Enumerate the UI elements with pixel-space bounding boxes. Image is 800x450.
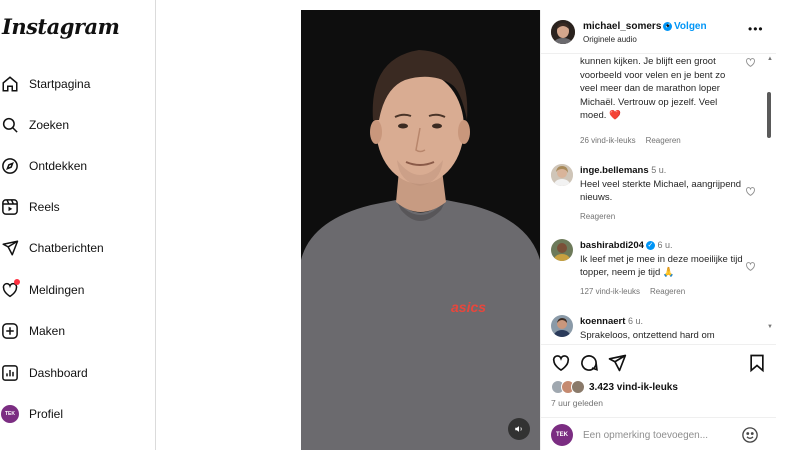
comment-likes[interactable]: 26 vind-ik-leuks (580, 136, 636, 145)
compass-icon (0, 156, 20, 176)
sidebar-item-notifications[interactable]: Meldingen (0, 273, 156, 307)
comment-input[interactable] (583, 427, 733, 443)
like-comment-icon[interactable] (745, 57, 756, 68)
sidebar-item-label: Reels (29, 200, 60, 214)
sidebar-item-label: Maken (29, 324, 66, 338)
comment-time: 6 u. (657, 240, 673, 250)
profile-avatar: TEK (0, 404, 20, 424)
volume-button[interactable] (508, 418, 530, 440)
comment-time: 6 u. (628, 316, 644, 326)
comment-body: koennaert 6 u. Sprakeloos, ontzettend ha… (580, 315, 745, 342)
liker-avatar (571, 380, 585, 394)
sidebar-item-dashboard[interactable]: Dashboard (0, 356, 156, 390)
sidebar-item-label: Meldingen (29, 283, 85, 297)
audio-label[interactable]: Originele audio (583, 35, 637, 44)
scroll-up-arrow-icon[interactable]: ▲ (767, 56, 773, 62)
sidebar-item-profile[interactable]: TEK Profiel (0, 397, 156, 431)
commenter-avatar[interactable] (551, 315, 573, 337)
comment-meta: 26 vind-ik-leuks Reageren (580, 136, 691, 145)
comment-username[interactable]: inge.bellemans (580, 165, 649, 176)
search-icon (0, 115, 20, 135)
comment-text: Ik leef met je mee in deze moeilijke tij… (580, 253, 743, 279)
post-header: michael_somers ✓ • Volgen Originele audio… (541, 10, 776, 54)
sidebar: Instagram Startpagina Zoeken Ontdekken R… (0, 0, 156, 450)
post-timestamp: 7 uur geleden (551, 398, 603, 408)
comment-username[interactable]: bashirabdi204 (580, 240, 644, 251)
author-username-row[interactable]: michael_somers ✓ (583, 21, 673, 32)
likes-count[interactable]: 3.423 vind-ik-leuks (589, 382, 678, 393)
scrollbar-thumb[interactable] (767, 92, 771, 138)
comment-meta: 127 vind-ik-leuks Reageren (580, 287, 695, 296)
heart-emoji: ❤️ (609, 110, 621, 121)
scroll-down-arrow-icon[interactable]: ▼ (767, 324, 773, 330)
comment-body: bashirabdi204 ✓ 6 u. Ik leef met je mee i… (580, 239, 745, 280)
comment-meta: Reageren (580, 212, 625, 221)
reply-button[interactable]: Reageren (580, 212, 615, 221)
speaker-icon (515, 426, 522, 432)
sidebar-item-label: Dashboard (29, 366, 88, 380)
home-icon (0, 74, 20, 94)
comment-text: Sprakeloos, ontzettend hard om (580, 329, 715, 341)
reel-video[interactable]: asics (301, 10, 540, 450)
pray-emoji: 🙏 (662, 267, 675, 278)
like-comment-icon[interactable] (745, 186, 756, 197)
commenter-avatar[interactable] (551, 239, 573, 261)
sidebar-item-home[interactable]: Startpagina (0, 67, 156, 101)
comment-button-icon[interactable] (579, 353, 599, 373)
separator-dot: • (666, 21, 670, 32)
sidebar-item-create[interactable]: Maken (0, 314, 156, 348)
reply-button[interactable]: Reageren (646, 136, 681, 145)
add-comment-bar: TEK (541, 417, 776, 450)
comment-body: inge.bellemans 5 u. Heel veel sterkte Mi… (580, 164, 742, 205)
sidebar-item-explore[interactable]: Ontdekken (0, 149, 156, 183)
like-comment-icon[interactable] (745, 261, 756, 272)
sidebar-item-messages[interactable]: Chatberichten (0, 231, 156, 265)
sidebar-item-label: Zoeken (29, 118, 70, 132)
avatar: TEK (1, 405, 19, 423)
send-icon (0, 238, 20, 258)
sidebar-item-label: Profiel (29, 407, 64, 421)
reply-button[interactable]: Reageren (650, 287, 685, 296)
post-actions: 3.423 vind-ik-leuks 7 uur geleden TEK (541, 344, 776, 450)
emoji-icon[interactable] (741, 426, 759, 444)
shirt-logo: asics (451, 299, 486, 315)
post-details-panel: michael_somers ✓ • Volgen Originele audio… (540, 10, 776, 450)
sidebar-item-label: Chatberichten (29, 241, 104, 255)
sidebar-item-reels[interactable]: Reels (0, 190, 156, 224)
avatar: TEK (551, 424, 573, 446)
comment-time: 5 u. (651, 165, 667, 175)
comment-text: kunnen kijken. Je blijft een groot voorb… (580, 56, 726, 121)
sidebar-item-label: Ontdekken (29, 159, 88, 173)
reels-icon (0, 197, 20, 217)
verified-badge-icon: ✓ (645, 240, 655, 250)
more-options-button[interactable]: ••• (748, 22, 764, 36)
comment-likes[interactable]: 127 vind-ik-leuks (580, 287, 640, 296)
notification-dot (14, 279, 20, 285)
sidebar-item-label: Startpagina (29, 77, 91, 91)
share-button-icon[interactable] (607, 353, 627, 373)
comment-text: Heel veel sterkte Michael, aangrijpend n… (580, 178, 742, 204)
video-frame-image: asics (301, 10, 540, 450)
plus-square-icon (0, 321, 20, 341)
instagram-logo[interactable]: Instagram (2, 14, 120, 39)
like-button-icon[interactable] (551, 353, 571, 373)
comment-username[interactable]: koennaert (580, 316, 625, 327)
author-avatar[interactable] (551, 20, 575, 44)
save-button-icon[interactable] (747, 353, 767, 373)
chart-icon (0, 363, 20, 383)
sidebar-item-search[interactable]: Zoeken (0, 108, 156, 142)
commenter-avatar[interactable] (551, 164, 573, 186)
follow-button[interactable]: Volgen (674, 21, 707, 32)
author-username[interactable]: michael_somers (583, 21, 661, 32)
comments-list: kunnen kijken. Je blijft een groot voorb… (541, 55, 776, 344)
